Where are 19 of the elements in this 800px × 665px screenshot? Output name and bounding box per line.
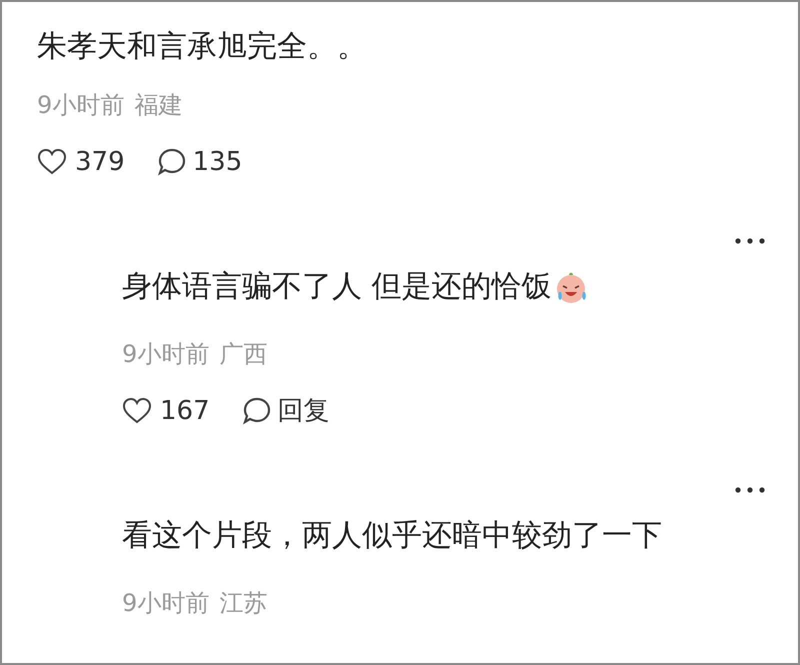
comment-text: 看这个片段，两人似乎还暗中较劲了一下 — [122, 517, 662, 555]
more-icon[interactable] — [734, 486, 766, 494]
like-count[interactable]: 167 — [160, 392, 210, 430]
more-icon[interactable] — [734, 237, 766, 245]
heart-icon[interactable] — [37, 148, 67, 176]
like-count[interactable]: 379 — [75, 142, 125, 182]
comment-icon[interactable] — [242, 396, 272, 426]
comment-time: 9小时前 — [37, 90, 124, 121]
comment-text: 朱孝天和言承旭完全。。 — [37, 28, 367, 66]
comment-location: 福建 — [134, 90, 182, 121]
comment-location: 江苏 — [219, 588, 268, 619]
comment-time: 9小时前 — [122, 588, 210, 619]
comment-location: 广西 — [219, 339, 268, 370]
comment-icon[interactable] — [156, 147, 187, 177]
reply-count[interactable]: 135 — [192, 142, 242, 182]
comment-text: 身体语言骗不了人 但是还的恰饭 — [122, 268, 552, 306]
reply-link[interactable]: 回复 — [278, 392, 330, 430]
heart-icon[interactable] — [122, 397, 152, 425]
comment-time: 9小时前 — [122, 339, 210, 370]
